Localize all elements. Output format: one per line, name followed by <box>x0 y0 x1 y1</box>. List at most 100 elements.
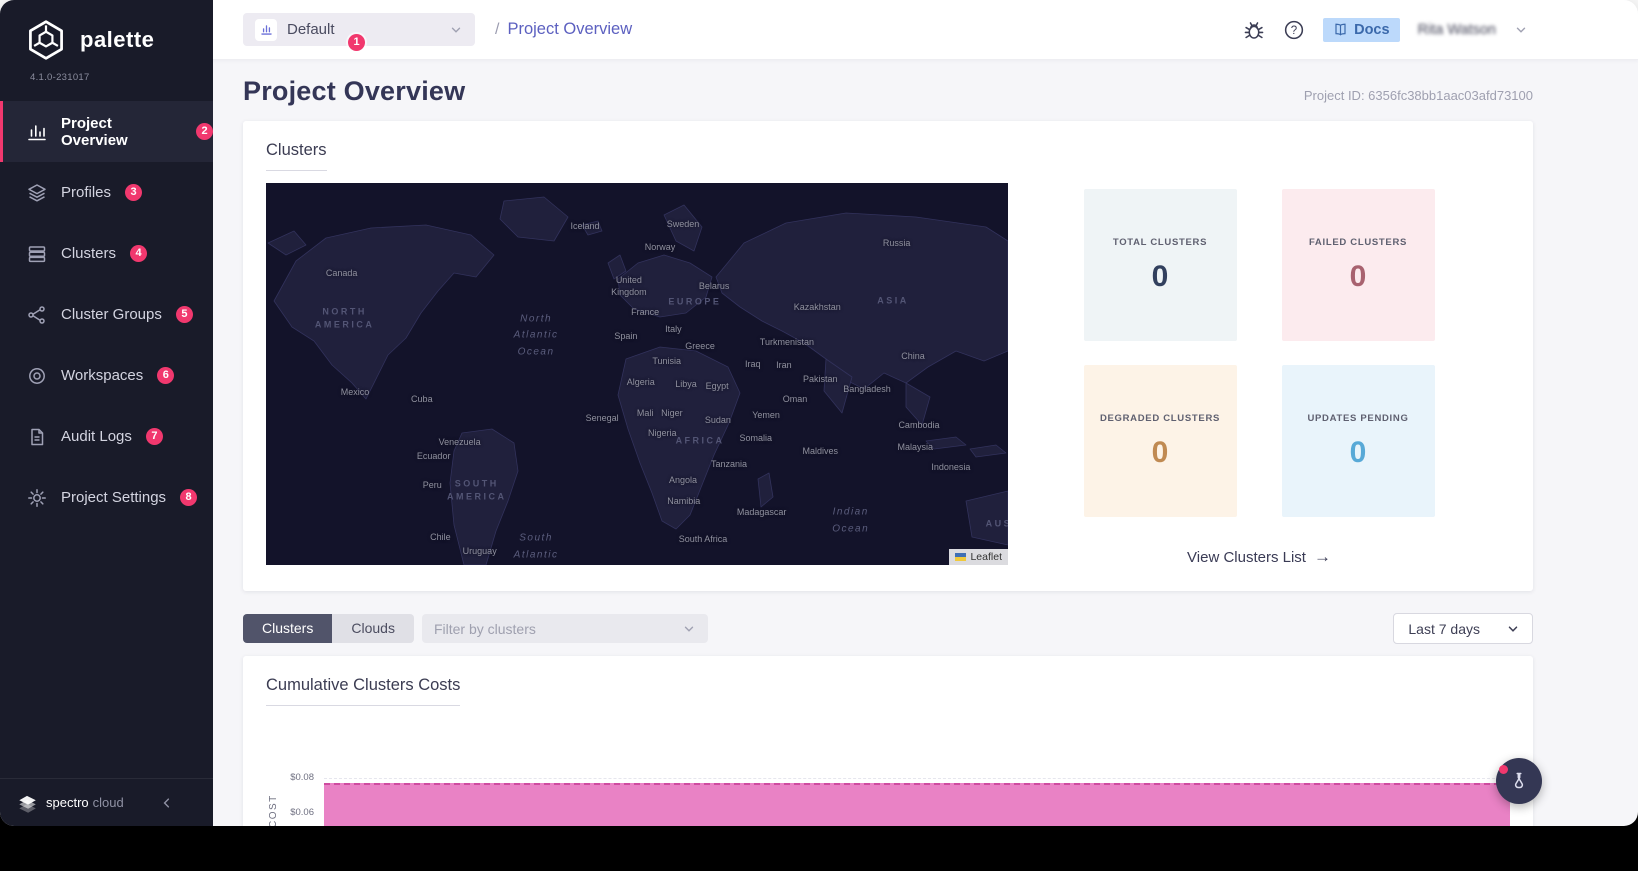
cumulative-costs-card: Cumulative Clusters Costs COST $0.08 $0.… <box>243 656 1533 826</box>
sidebar-item-profiles[interactable]: Profiles 3 <box>0 162 213 223</box>
page-header: Project Overview Project ID: 6356fc38bb1… <box>213 60 1638 107</box>
user-menu[interactable]: Rita Watson <box>1418 22 1496 38</box>
sidebar-item-audit-logs[interactable]: Audit Logs 7 <box>0 406 213 467</box>
y-tick: $0.06 <box>290 807 314 818</box>
footer-brand: spectro cloud <box>46 795 124 810</box>
page-content: Clusters Iceland Sweden Norway Russia Ca… <box>213 107 1638 826</box>
sidebar-item-label: Workspaces <box>61 367 144 384</box>
leaflet-attribution[interactable]: Leaflet <box>949 549 1008 565</box>
stat-total-clusters: TOTAL CLUSTERS 0 <box>1083 189 1237 341</box>
sidebar-collapse-button[interactable] <box>160 796 174 810</box>
stat-label: DEGRADED CLUSTERS <box>1099 412 1221 424</box>
clusters-card-title: Clusters <box>266 141 327 171</box>
annotation-badge-6: 6 <box>157 367 175 384</box>
stat-label: TOTAL CLUSTERS <box>1112 236 1208 248</box>
filter-placeholder: Filter by clusters <box>433 620 536 637</box>
layers-icon <box>27 183 47 203</box>
clusters-world-map[interactable]: Iceland Sweden Norway Russia Canada United Ki… <box>266 183 1008 565</box>
cost-chart: COST $0.08 $0.06 <box>266 732 1510 826</box>
spectro-cloud-logo <box>19 795 36 813</box>
sidebar-item-label: Clusters <box>61 245 117 262</box>
annotation-badge-3: 3 <box>125 184 143 201</box>
annotation-badge-5: 5 <box>175 306 193 323</box>
clusters-card: Clusters Iceland Sweden Norway Russia Ca… <box>243 121 1533 591</box>
project-selector-dropdown[interactable]: Default 1 <box>243 13 475 51</box>
book-icon <box>1335 23 1346 36</box>
project-selector-value: Default <box>287 21 335 38</box>
bug-report-icon[interactable] <box>1243 19 1265 41</box>
svg-text:?: ? <box>1291 24 1297 36</box>
breadcrumb-current[interactable]: Project Overview <box>507 20 632 39</box>
breadcrumb: / Project Overview <box>495 20 632 39</box>
project-icon <box>255 18 277 41</box>
server-stack-icon <box>27 244 47 264</box>
sidebar-nav: Project Overview 2 Profiles 3 Clusters 4 <box>0 101 213 528</box>
sidebar-item-label: Profiles <box>61 184 112 201</box>
y-tick: $0.08 <box>290 772 314 783</box>
sidebar-item-label: Project Settings <box>61 489 167 506</box>
stat-value: 0 <box>1151 259 1169 293</box>
stat-value: 0 <box>1349 259 1367 293</box>
target-icon <box>27 366 47 386</box>
tab-clouds[interactable]: Clouds <box>332 614 414 643</box>
view-clusters-list-link[interactable]: View Clusters List → <box>1187 547 1331 567</box>
sidebar-item-cluster-groups[interactable]: Cluster Groups 5 <box>0 284 213 345</box>
stat-failed-clusters: FAILED CLUSTERS 0 <box>1281 189 1435 341</box>
help-icon[interactable]: ? <box>1283 19 1305 41</box>
filter-by-clusters-dropdown[interactable]: Filter by clusters <box>421 614 708 643</box>
topbar: Default 1 / Project Overview ? Docs Rita… <box>213 0 1638 60</box>
flask-icon <box>1514 772 1524 789</box>
stat-label: UPDATES PENDING <box>1307 412 1409 424</box>
world-map-landmass <box>267 196 1008 565</box>
sidebar-item-workspaces[interactable]: Workspaces 6 <box>0 345 213 406</box>
docs-button[interactable]: Docs <box>1323 17 1400 42</box>
stat-degraded-clusters: DEGRADED CLUSTERS 0 <box>1083 365 1237 517</box>
sidebar-footer: spectro cloud <box>0 778 213 826</box>
cluster-stats: TOTAL CLUSTERS 0 FAILED CLUSTERS 0 DEGRA… <box>1008 183 1510 567</box>
tab-clusters[interactable]: Clusters <box>243 614 333 643</box>
sidebar-item-project-settings[interactable]: Project Settings 8 <box>0 467 213 528</box>
project-id: Project ID: 6356fc38bb1aac03afd73100 <box>1303 88 1533 103</box>
chevron-down-icon[interactable] <box>1514 23 1528 37</box>
annotation-badge-4: 4 <box>130 245 148 262</box>
sidebar-item-project-overview[interactable]: Project Overview 2 <box>0 101 213 162</box>
page-title: Project Overview <box>243 76 466 106</box>
annotation-badge-2: 2 <box>196 123 213 140</box>
nodes-icon <box>27 305 47 325</box>
palette-logo-icon <box>29 20 63 60</box>
brand: palette <box>0 0 213 62</box>
notification-dot <box>1499 765 1508 774</box>
brand-name: palette <box>80 27 155 52</box>
arrow-right-icon: → <box>1313 547 1331 566</box>
bar-chart-icon <box>27 122 47 142</box>
chevron-down-icon <box>682 622 696 636</box>
help-beacon-button[interactable] <box>1496 758 1542 804</box>
document-icon <box>27 427 47 447</box>
annotation-badge-1: 1 <box>348 34 365 51</box>
breadcrumb-separator: / <box>495 21 500 38</box>
docs-label: Docs <box>1354 21 1390 38</box>
stat-label: FAILED CLUSTERS <box>1308 236 1408 248</box>
costs-card-title: Cumulative Clusters Costs <box>266 676 461 706</box>
gear-icon <box>27 488 47 508</box>
stat-value: 0 <box>1349 435 1367 469</box>
stat-value: 0 <box>1151 435 1169 469</box>
chevron-down-icon <box>1506 622 1520 636</box>
sidebar: palette 4.1.0-231017 Project Overview 2 … <box>0 0 213 826</box>
annotation-badge-7: 7 <box>145 428 163 445</box>
sidebar-item-label: Project Overview <box>61 114 128 149</box>
gridline <box>324 778 1510 779</box>
main-area: Default 1 / Project Overview ? Docs Rita… <box>213 0 1638 826</box>
view-clusters-list-label: View Clusters List <box>1187 548 1306 566</box>
time-range-value: Last 7 days <box>1408 620 1480 637</box>
leaflet-label: Leaflet <box>970 551 1002 563</box>
topbar-actions: ? Docs Rita Watson <box>1243 17 1528 42</box>
stat-updates-pending: UPDATES PENDING 0 <box>1281 365 1435 517</box>
sidebar-item-label: Cluster Groups <box>61 306 162 323</box>
annotation-badge-8: 8 <box>180 489 198 506</box>
sidebar-item-clusters[interactable]: Clusters 4 <box>0 223 213 284</box>
app-window: palette 4.1.0-231017 Project Overview 2 … <box>0 0 1638 826</box>
cost-area <box>324 783 1510 826</box>
time-range-dropdown[interactable]: Last 7 days <box>1393 613 1533 644</box>
sidebar-item-label: Audit Logs <box>61 428 132 445</box>
